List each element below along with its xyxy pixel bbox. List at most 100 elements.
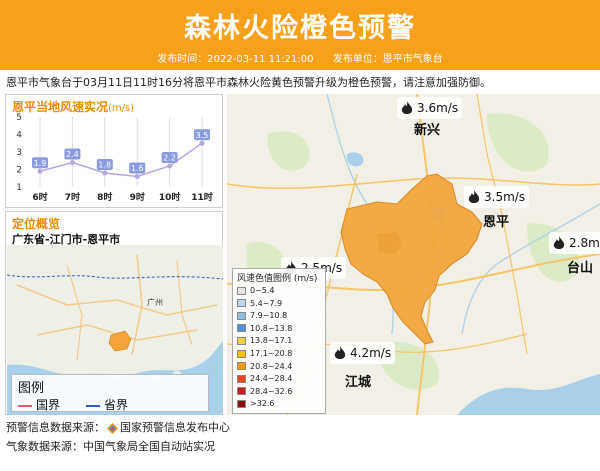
wind-series-line — [39, 142, 203, 178]
y-tick-label: 3 — [16, 148, 22, 158]
warning-header: 森林火险橙色预警 发布时间：2022-03-11 11:21:00 发布单位：恩… — [0, 0, 600, 70]
wind-legend-label: 7.9~10.8 — [250, 311, 288, 321]
warning-notice: 恩平市气象台于03月11日11时16分将恩平市森林火险黄色预警升级为橙色预警，请… — [6, 76, 491, 89]
province-border-swatch — [86, 404, 100, 407]
wind-legend-swatch — [237, 349, 246, 358]
legend-item-national-border: 国界 — [18, 396, 60, 413]
city-label-xinxing: 新兴 — [414, 123, 441, 138]
x-tick-label: 7时 — [65, 191, 80, 203]
station-enping-wind[interactable]: 3.5m/s — [464, 186, 530, 208]
wind-legend-label: 10.8~13.8 — [250, 323, 293, 333]
legend-title: 图例 — [18, 381, 45, 396]
wind-legend-label: 13.8~17.1 — [250, 336, 293, 346]
data-label: 1.8 — [98, 161, 111, 170]
wind-legend-label: 0~5.4 — [250, 286, 275, 295]
x-tick-label: 9时 — [130, 191, 145, 203]
wind-legend-item: 7.9~10.8 — [237, 310, 287, 321]
wind-legend-item: >32.6 — [237, 398, 275, 409]
wind-legend-item: 17.1~20.8 — [237, 348, 292, 359]
station-taishan-wind[interactable]: 2.8m/s — [549, 232, 600, 254]
wind-legend-swatch — [237, 286, 246, 295]
warning-meta: 发布时间：2022-03-11 11:21:00 发布单位：恩平市气象台 — [0, 50, 600, 65]
warning-source-label: 预警信息数据来源： — [6, 421, 105, 434]
location-panel: 定位概览 广东省-江门市-恩平市 广州 图例 国界 省界 — [5, 211, 223, 415]
x-tick-label: 6时 — [32, 191, 47, 203]
wind-legend-swatch — [237, 324, 246, 333]
station-value: 2.8m/s — [569, 236, 600, 250]
wind-legend-item: 13.8~17.1 — [237, 335, 292, 346]
weather-source-label: 气象数据来源： — [6, 440, 83, 453]
station-value: 3.6m/s — [417, 101, 459, 115]
legend-label: 国界 — [36, 398, 61, 412]
data-point — [134, 174, 140, 179]
publish-time-value: 2022-03-11 11:21:00 — [207, 54, 314, 65]
legend-item-province-border: 省界 — [86, 396, 128, 413]
x-tick-label: 8时 — [97, 191, 112, 203]
city-label-taishan: 台山 — [567, 261, 594, 276]
wind-legend-swatch — [237, 336, 246, 345]
y-tick-label: 4 — [16, 131, 22, 141]
map-legend: 图例 国界 省界 — [11, 374, 209, 412]
wind-legend-swatch — [237, 299, 246, 308]
wind-legend-item: 20.8~24.4 — [237, 361, 292, 372]
wind-legend-item: 0~5.4 — [237, 285, 275, 296]
national-border-swatch — [18, 404, 32, 407]
legend-label: 省界 — [104, 398, 129, 412]
wind-legend-label: >32.6 — [250, 399, 275, 409]
station-value: 4.2m/s — [350, 346, 392, 360]
wind-legend-label: 17.1~20.8 — [250, 349, 293, 358]
data-point — [37, 168, 43, 174]
warning-center-logo-icon — [107, 422, 118, 434]
data-point — [69, 160, 75, 165]
city-label-jiangcheng: 江城 — [345, 375, 372, 390]
y-tick-label: 1 — [16, 183, 22, 193]
data-label: 1.9 — [34, 159, 47, 168]
data-point — [167, 163, 173, 169]
weather-source: 气象数据来源：中国气象局全国自动站实况 — [6, 438, 215, 454]
data-label: 2.2 — [163, 154, 176, 163]
wind-legend-swatch — [237, 387, 246, 396]
wind-speed-panel: 恩平当地风速实况(m/s) 1 2 3 4 5 6时 7时 8时 9时 10时 11时 1.9 2.4 1… — [5, 94, 223, 208]
data-label: 2.4 — [66, 150, 79, 159]
publisher-value: 恩平市气象台 — [382, 54, 443, 65]
wind-speed-chart: 1 2 3 4 5 6时 7时 8时 9时 10时 11时 1.9 2.4 1.8 1.6 2.2 3.5 — [16, 113, 213, 203]
data-point — [199, 140, 205, 146]
station-jiangcheng-wind[interactable]: 4.2m/s — [330, 342, 396, 364]
wind-legend-swatch — [237, 362, 246, 371]
publisher: 发布单位：恩平市气象台 — [333, 54, 443, 65]
publish-time-label: 发布时间： — [157, 54, 208, 65]
warning-source-value: 国家预警信息发布中心 — [120, 421, 230, 434]
flame-icon — [334, 346, 346, 359]
data-label: 3.5 — [196, 131, 209, 140]
wind-legend-title: 风速色值图例 (m/s) — [237, 274, 318, 284]
station-value: 3.5m/s — [484, 190, 526, 204]
wind-legend-item: 28.4~32.6 — [237, 386, 292, 397]
data-point — [102, 170, 108, 176]
x-tick-label: 10时 — [159, 191, 181, 203]
wind-legend-swatch — [237, 399, 246, 408]
y-tick-label: 2 — [16, 166, 22, 176]
wind-legend-label: 20.8~24.4 — [250, 361, 293, 371]
wind-legend-label: 5.4~7.9 — [250, 298, 283, 308]
city-label-enping: 恩平 — [483, 215, 510, 230]
overview-city-label: 广州 — [147, 297, 163, 307]
wind-legend-item: 10.8~13.8 — [237, 323, 292, 334]
x-tick-label: 11时 — [191, 191, 213, 203]
publish-time: 发布时间：2022-03-11 11:21:00 — [157, 54, 313, 65]
wind-legend-label: 28.4~32.6 — [250, 386, 293, 396]
wind-legend-label: 24.4~28.4 — [250, 374, 293, 384]
wind-legend-swatch — [237, 311, 246, 320]
flame-icon — [468, 190, 480, 203]
wind-color-legend: 风速色值图例 (m/s) 0~5.4 5.4~7.9 7.9~10.8 10.8~13… — [232, 268, 326, 414]
weather-source-value: 中国气象局全国自动站实况 — [83, 440, 215, 453]
warning-title: 森林火险橙色预警 — [184, 13, 416, 44]
station-xinxing-wind[interactable]: 3.6m/s — [397, 97, 463, 119]
wind-legend-item: 24.4~28.4 — [237, 373, 292, 384]
data-label: 1.6 — [131, 164, 144, 173]
flame-icon — [401, 101, 413, 114]
publisher-label: 发布单位： — [332, 54, 383, 65]
y-tick-label: 5 — [16, 113, 22, 123]
wind-legend-item: 5.4~7.9 — [237, 298, 282, 309]
wind-legend-swatch — [237, 374, 246, 383]
warning-source: 预警信息数据来源： 国家预警信息发布中心 — [6, 419, 230, 435]
